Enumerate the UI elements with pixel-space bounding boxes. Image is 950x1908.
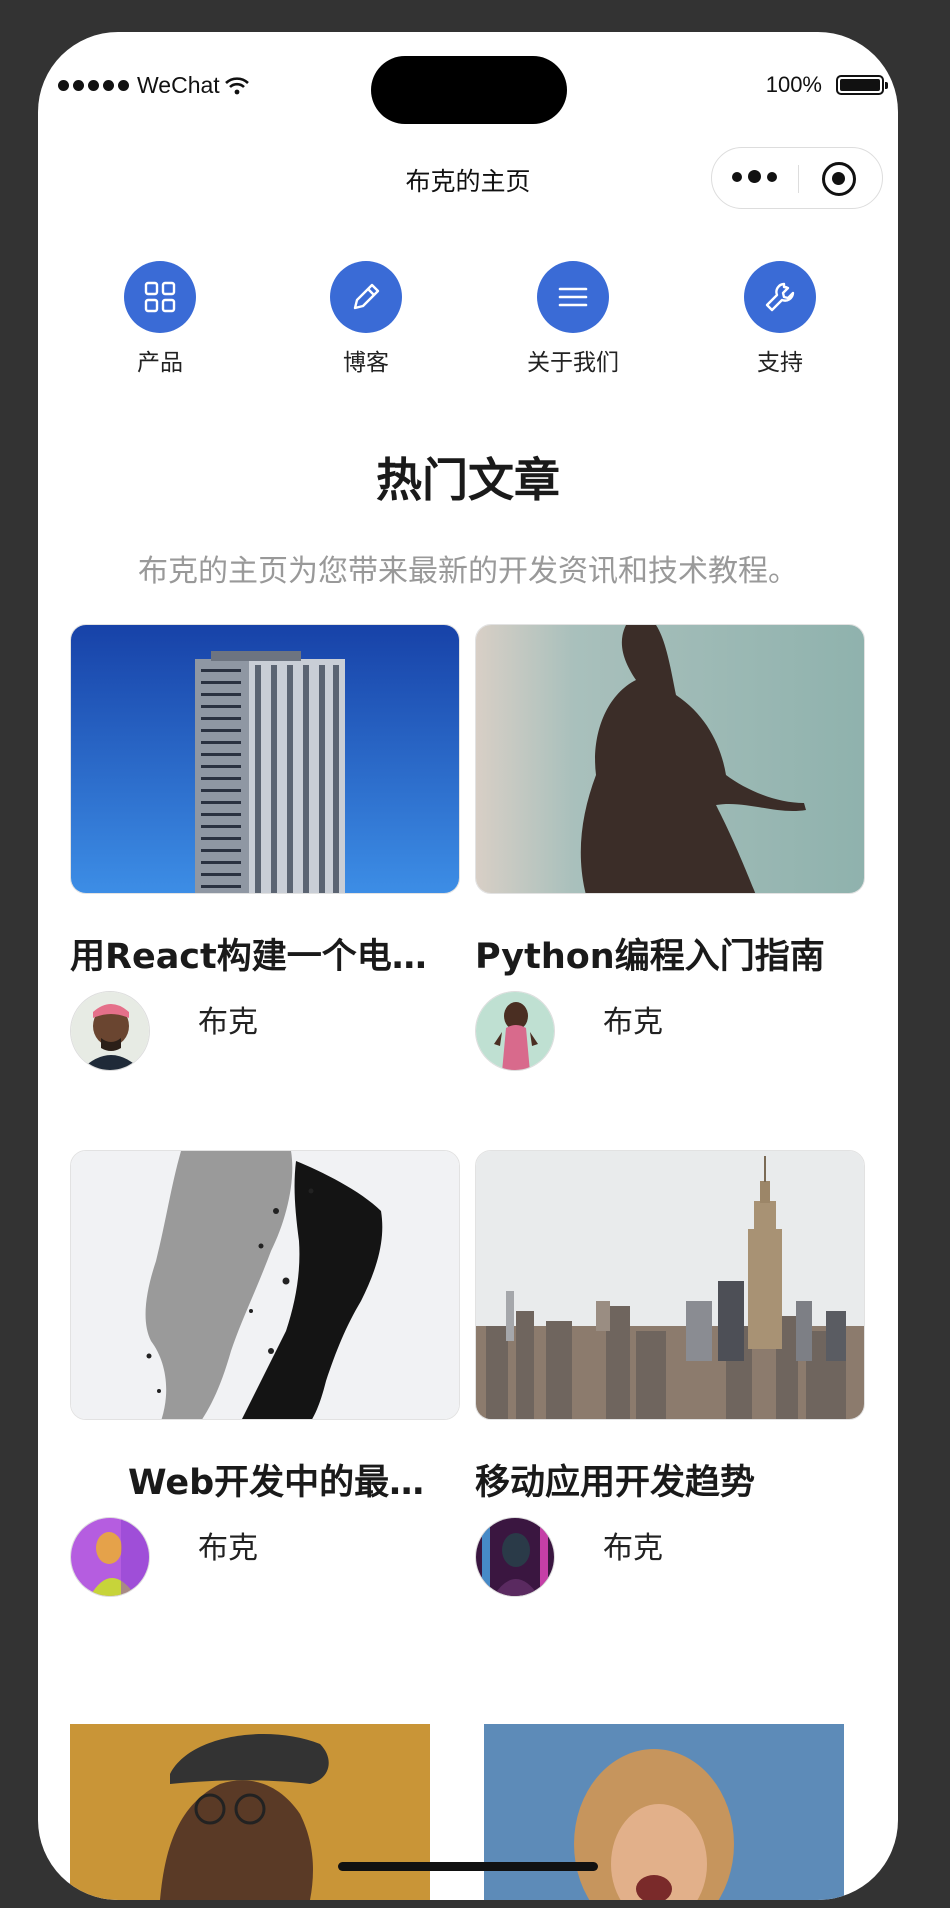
article-image bbox=[475, 1150, 865, 1420]
article-title: Web开发中的最佳实践 bbox=[128, 1463, 458, 1503]
author-name: 布克 bbox=[603, 1005, 663, 1040]
battery-percent: 100% bbox=[765, 72, 822, 97]
section-title: 热门文章 bbox=[376, 453, 560, 507]
wifi-icon bbox=[224, 76, 249, 94]
avatar bbox=[70, 991, 150, 1071]
status-bar: WeChat 100% bbox=[38, 32, 898, 142]
phone-screen: WeChat 100% 布克的主页 产品 博客 关于我们 支持 热门文章 布克的… bbox=[38, 32, 898, 1900]
battery-icon bbox=[836, 75, 888, 95]
avatar bbox=[475, 991, 555, 1071]
carrier: WeChat bbox=[58, 72, 250, 99]
article-image[interactable] bbox=[70, 1724, 430, 1900]
article-author: 布克 bbox=[475, 1517, 865, 1597]
article-card[interactable]: Python编程入门指南 布克 bbox=[475, 624, 865, 1071]
category-support[interactable]: 支持 bbox=[710, 261, 850, 377]
article-card[interactable]: Web开发中的最佳实践 布克 bbox=[70, 1150, 460, 1597]
article-image bbox=[70, 624, 460, 894]
article-title: Python编程入门指南 bbox=[475, 937, 825, 977]
dynamic-island bbox=[371, 56, 567, 124]
article-title: 移动应用开发趋势 bbox=[475, 1463, 756, 1503]
avatar bbox=[70, 1517, 150, 1597]
category-label: 关于我们 bbox=[527, 350, 619, 376]
article-image[interactable] bbox=[484, 1724, 844, 1900]
category-label: 博客 bbox=[343, 350, 389, 376]
article-title: 用React构建一个电子商务网站 bbox=[70, 937, 460, 977]
article-author: 布克 bbox=[70, 991, 460, 1071]
article-image bbox=[475, 624, 865, 894]
article-card[interactable]: 移动应用开发趋势 布克 bbox=[475, 1150, 865, 1597]
miniprogram-capsule bbox=[711, 147, 883, 209]
category-about[interactable]: 关于我们 bbox=[503, 261, 643, 377]
article-author: 布克 bbox=[475, 991, 865, 1071]
capsule-divider bbox=[798, 165, 799, 193]
category-products[interactable]: 产品 bbox=[90, 261, 230, 377]
article-image bbox=[70, 1150, 460, 1420]
home-indicator[interactable] bbox=[338, 1862, 598, 1871]
author-name: 布克 bbox=[198, 1531, 258, 1566]
author-name: 布克 bbox=[198, 1005, 258, 1040]
category-blog[interactable]: 博客 bbox=[296, 261, 436, 377]
article-card[interactable]: 用React构建一个电子商务网站 布克 bbox=[70, 624, 460, 1071]
category-label: 产品 bbox=[137, 350, 183, 376]
close-miniprogram-icon[interactable] bbox=[822, 162, 856, 196]
avatar bbox=[475, 1517, 555, 1597]
menu-icon bbox=[537, 261, 609, 333]
section-subtitle: 布克的主页为您带来最新的开发资讯和技术教程。 bbox=[138, 554, 798, 589]
carrier-name: WeChat bbox=[137, 72, 220, 98]
wrench-icon bbox=[744, 261, 816, 333]
signal-icon bbox=[58, 80, 129, 91]
article-author: 布克 bbox=[70, 1517, 460, 1597]
category-nav: 产品 博客 关于我们 支持 bbox=[38, 261, 898, 391]
author-name: 布克 bbox=[603, 1531, 663, 1566]
more-icon[interactable] bbox=[732, 170, 777, 183]
pencil-icon bbox=[330, 261, 402, 333]
grid-icon bbox=[124, 261, 196, 333]
category-label: 支持 bbox=[757, 350, 803, 376]
status-right: 100% bbox=[765, 72, 888, 98]
